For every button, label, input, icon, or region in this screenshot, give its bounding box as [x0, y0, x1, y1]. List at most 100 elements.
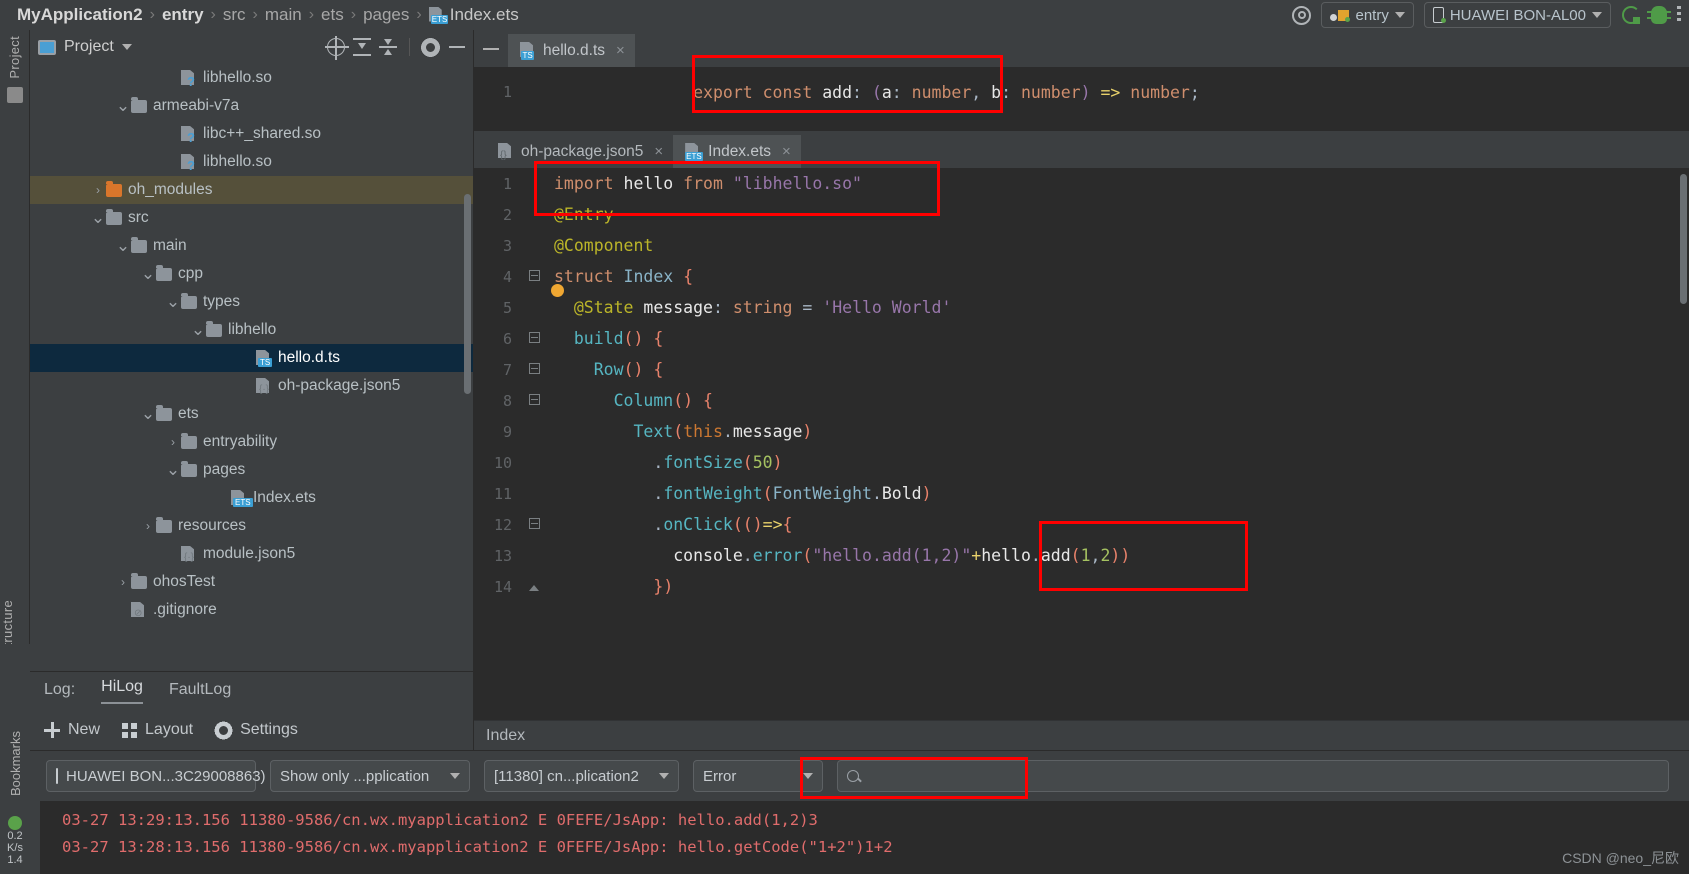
- run-icon[interactable]: [1621, 5, 1641, 25]
- chevron-down-icon[interactable]: ⌄: [115, 97, 131, 114]
- tree-item-oh-package-json5[interactable]: {·} oh-package.json5: [30, 372, 473, 400]
- fold-marker[interactable]: [522, 517, 546, 532]
- file-ts-icon: TS: [256, 350, 273, 367]
- settings-icon[interactable]: [420, 36, 441, 58]
- run-configuration-selector[interactable]: entry: [1321, 2, 1414, 28]
- tab-faultlog[interactable]: FaultLog: [169, 681, 231, 701]
- expand-all-icon[interactable]: [353, 38, 371, 56]
- chevron-right-icon[interactable]: ›: [140, 519, 156, 533]
- fold-marker[interactable]: [522, 580, 546, 594]
- tab-hilog[interactable]: HiLog: [101, 678, 143, 704]
- tree-item-pages[interactable]: ⌄ pages: [30, 456, 473, 484]
- tree-item-libhello[interactable]: ⌄ libhello: [30, 316, 473, 344]
- tree-item-libhello-so[interactable]: ? libhello.so: [30, 64, 473, 92]
- project-tree[interactable]: ? libhello.so ⌄ armeabi-v7a? libc++_shared.s…: [30, 64, 473, 671]
- collapse-editor-button[interactable]: [474, 30, 508, 67]
- chevron-down-icon[interactable]: ⌄: [165, 461, 181, 478]
- chevron-down-icon[interactable]: [1592, 12, 1602, 18]
- tree-item-index-ets[interactable]: ETS Index.ets: [30, 484, 473, 512]
- layout-button[interactable]: Layout: [122, 721, 193, 739]
- chevron-down-icon[interactable]: ⌄: [115, 237, 131, 254]
- breadcrumb-item-src[interactable]: src: [218, 5, 251, 25]
- settings-button-label: Settings: [240, 721, 298, 738]
- tree-item-hello-d-ts[interactable]: TS hello.d.ts: [30, 344, 473, 372]
- chevron-down-icon[interactable]: ⌄: [165, 293, 181, 310]
- tree-item-oh-modules[interactable]: › oh_modules: [30, 176, 473, 204]
- breadcrumb-item-main[interactable]: main: [260, 5, 307, 25]
- console-search-input[interactable]: [837, 760, 1669, 792]
- chevron-down-icon[interactable]: [1394, 12, 1405, 18]
- fold-marker[interactable]: [522, 393, 546, 408]
- debug-icon[interactable]: [1647, 6, 1671, 24]
- breadcrumb-item-file[interactable]: ETS Index.ets: [424, 5, 524, 25]
- editor-top-body[interactable]: 1 export const add: (a: number, b: numbe…: [474, 67, 1689, 130]
- folder-icon: [106, 181, 122, 198]
- close-icon[interactable]: ×: [616, 42, 625, 59]
- editor-scrollbar[interactable]: [1680, 174, 1687, 304]
- close-icon[interactable]: ×: [782, 143, 791, 160]
- collapse-all-icon[interactable]: [379, 38, 397, 56]
- tree-item-libhello-so[interactable]: ? libhello.so: [30, 148, 473, 176]
- breadcrumb-item-ets[interactable]: ets: [316, 5, 349, 25]
- chevron-down-icon[interactable]: ⌄: [90, 209, 106, 226]
- tree-item-label: entryability: [203, 433, 278, 450]
- intention-bulb-icon[interactable]: [551, 284, 564, 297]
- watermark-text: CSDN @neo_尼欧: [1562, 850, 1679, 866]
- tree-item-armeabi-v7a[interactable]: ⌄ armeabi-v7a: [30, 92, 473, 120]
- tree-item-main[interactable]: ⌄ main: [30, 232, 473, 260]
- close-icon[interactable]: ×: [654, 143, 663, 160]
- fold-marker[interactable]: [522, 362, 546, 377]
- tree-item-resources[interactable]: › resources: [30, 512, 473, 540]
- console-output[interactable]: 03-27 13:29:13.156 11380-9586/cn.wx.myap…: [40, 801, 1689, 874]
- chevron-right-icon[interactable]: ›: [115, 575, 131, 589]
- tree-item-libc-shared-so[interactable]: ? libc++_shared.so: [30, 120, 473, 148]
- editor-top-tabbar: TS hello.d.ts ×: [474, 30, 1689, 67]
- scope-filter-select[interactable]: Show only ...pplication: [270, 760, 470, 792]
- fold-marker[interactable]: [522, 331, 546, 346]
- target-icon[interactable]: [1292, 5, 1312, 25]
- chevron-down-icon[interactable]: [450, 773, 460, 779]
- tab-oh-package-json5[interactable]: {} oh-package.json5 ×: [486, 135, 673, 168]
- rail-panel-icon[interactable]: [6, 86, 23, 103]
- new-button[interactable]: New: [44, 721, 100, 739]
- locate-icon[interactable]: [325, 36, 349, 60]
- log-panel-tabs-area: Log: HiLog FaultLog New Layout Settings: [30, 671, 473, 750]
- tree-item-entryability[interactable]: › entryability: [30, 428, 473, 456]
- more-icon[interactable]: [1677, 6, 1681, 24]
- device-selector[interactable]: HUAWEI BON-AL00: [1423, 2, 1611, 28]
- chevron-down-icon[interactable]: ⌄: [140, 405, 156, 422]
- rail-tab-bookmarks[interactable]: Bookmarks: [8, 731, 23, 796]
- chevron-down-icon[interactable]: [659, 773, 669, 779]
- chevron-down-icon[interactable]: ⌄: [190, 321, 206, 338]
- hide-icon[interactable]: [449, 46, 465, 48]
- tab-hello-dts[interactable]: TS hello.d.ts ×: [508, 34, 635, 67]
- code-text-line-5: @State message: string = 'Hello World': [573, 298, 952, 317]
- chevron-right-icon[interactable]: ›: [90, 183, 106, 197]
- tree-item-cpp[interactable]: ⌄ cpp: [30, 260, 473, 288]
- tree-item-module-json5[interactable]: {·} module.json5: [30, 540, 473, 568]
- chevron-right-icon[interactable]: ›: [165, 435, 181, 449]
- fold-marker[interactable]: [522, 269, 546, 284]
- tab-index-ets[interactable]: ETS Index.ets ×: [673, 135, 801, 172]
- device-filter-select[interactable]: HUAWEI BON...3C29008863): [46, 760, 284, 792]
- settings-button[interactable]: Settings: [214, 720, 298, 740]
- tree-item-src[interactable]: ⌄ src: [30, 204, 473, 232]
- tree-item-types[interactable]: ⌄ types: [30, 288, 473, 316]
- breadcrumb-item-project[interactable]: MyApplication2: [12, 5, 148, 25]
- project-tree-scrollbar[interactable]: [464, 194, 471, 394]
- network-speed-value: 0.2: [7, 830, 23, 842]
- breadcrumb-item-module[interactable]: entry: [157, 5, 209, 25]
- tree-item-gitignore[interactable]: ⊘ .gitignore: [30, 596, 473, 624]
- breadcrumb-index-label[interactable]: Index: [486, 727, 525, 745]
- chevron-down-icon[interactable]: [803, 773, 813, 779]
- level-filter-select[interactable]: Error: [693, 760, 823, 792]
- process-filter-select[interactable]: [11380] cn...plication2: [484, 760, 679, 792]
- chevron-down-icon[interactable]: ⌄: [140, 265, 156, 282]
- tree-item-ets[interactable]: ⌄ ets: [30, 400, 473, 428]
- breadcrumb-item-pages[interactable]: pages: [358, 5, 414, 25]
- tree-item-ohostest[interactable]: › ohosTest: [30, 568, 473, 596]
- code-line: 2 @Entry: [474, 199, 1689, 230]
- editor-bottom-body[interactable]: 1 import hello from "libhello.so" 2 @Entry 3…: [474, 168, 1689, 720]
- rail-tab-project[interactable]: Project: [7, 36, 22, 79]
- chevron-down-icon[interactable]: [121, 44, 132, 50]
